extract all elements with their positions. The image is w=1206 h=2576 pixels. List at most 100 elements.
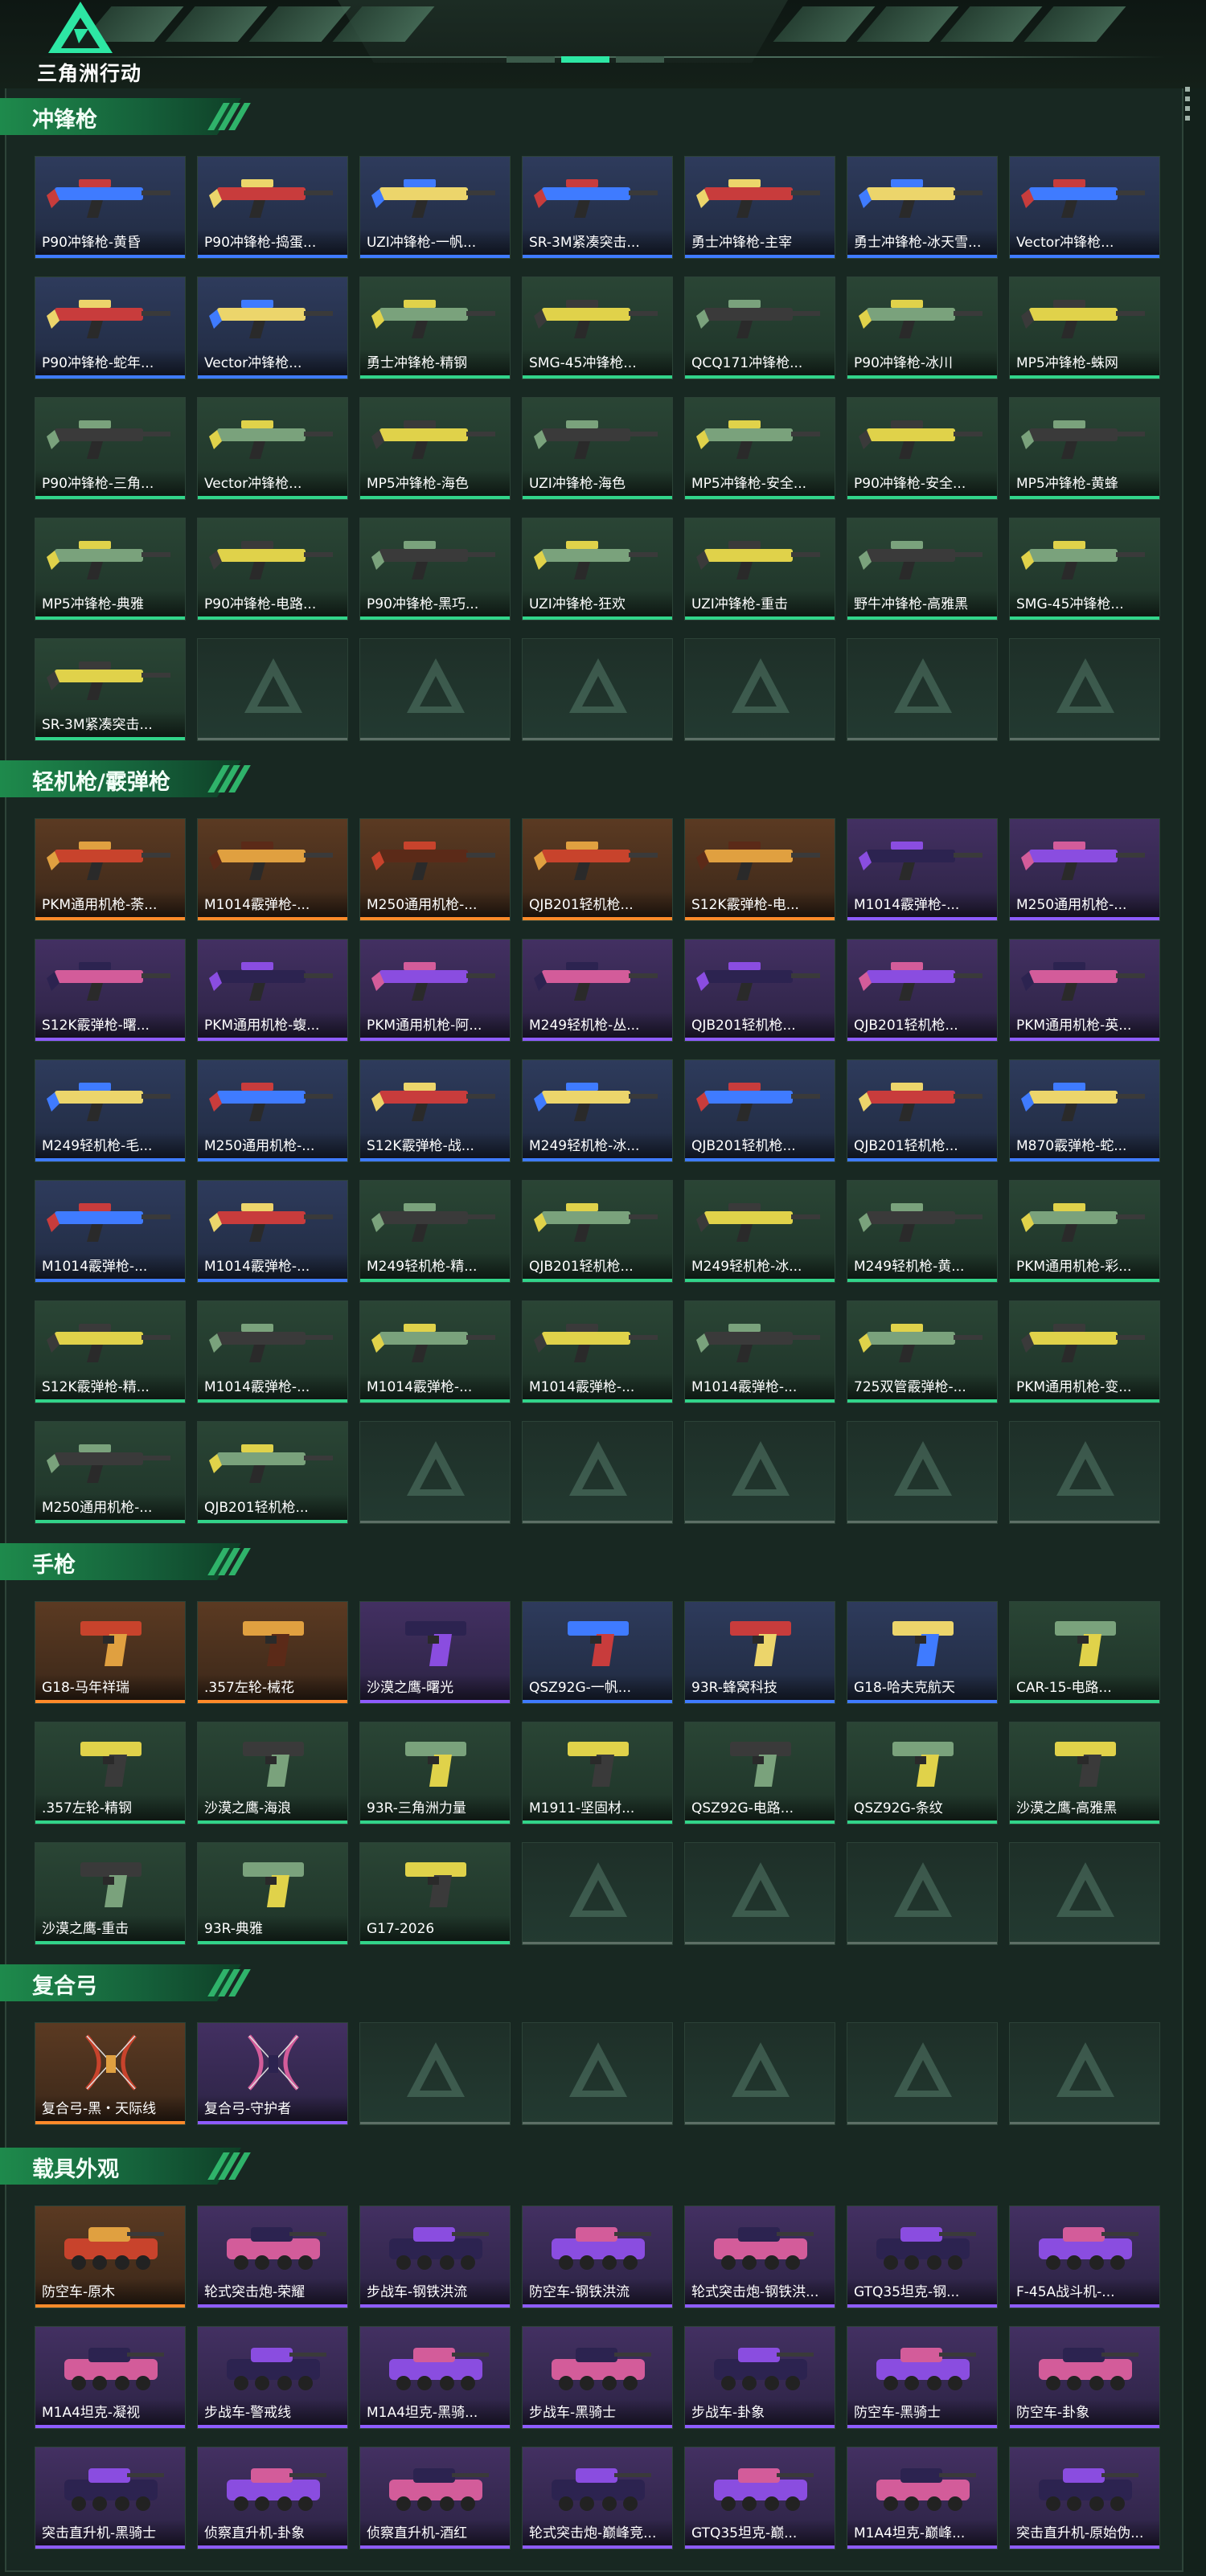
skin-card[interactable]: UZI冲锋枪-重击: [684, 518, 835, 620]
skin-card[interactable]: 93R-三角洲力量: [359, 1722, 511, 1824]
skin-card[interactable]: 轮式突击炮-钢铁洪...: [684, 2205, 835, 2308]
skin-card[interactable]: M1014霰弹枪-...: [359, 1300, 511, 1403]
skin-card[interactable]: P90冲锋枪-安全...: [847, 397, 998, 500]
skin-card[interactable]: P90冲锋枪-黑巧...: [359, 518, 511, 620]
skin-card[interactable]: S12K霰弹枪-曙...: [35, 939, 186, 1042]
skin-card[interactable]: QJB201轻机枪...: [847, 939, 998, 1042]
skin-card[interactable]: M1014霰弹枪-...: [197, 1300, 348, 1403]
skin-card[interactable]: S12K霰弹枪-精...: [35, 1300, 186, 1403]
skin-card[interactable]: M1014霰弹枪-...: [197, 1180, 348, 1283]
skin-card[interactable]: MP5冲锋枪-安全...: [684, 397, 835, 500]
skin-card[interactable]: .357左轮-精钢: [35, 1722, 186, 1824]
skin-card[interactable]: P90冲锋枪-黄昏: [35, 156, 186, 259]
skin-card[interactable]: SMG-45冲锋枪...: [1009, 518, 1160, 620]
skin-card[interactable]: SMG-45冲锋枪...: [522, 276, 673, 379]
skin-card[interactable]: 野牛冲锋枪-高雅黑: [847, 518, 998, 620]
skin-card[interactable]: 复合弓-守护者: [197, 2022, 348, 2125]
skin-card[interactable]: 防空车-卦象: [1009, 2326, 1160, 2429]
skin-card[interactable]: 侦察直升机-酒红: [359, 2447, 511, 2549]
skin-card[interactable]: 勇士冲锋枪-精钢: [359, 276, 511, 379]
skin-card[interactable]: SR-3M紧凑突击...: [522, 156, 673, 259]
skin-card[interactable]: MP5冲锋枪-黄蜂: [1009, 397, 1160, 500]
skin-card[interactable]: GTQ35坦克-钢...: [847, 2205, 998, 2308]
skin-card[interactable]: G18-哈夫克航天: [847, 1601, 998, 1704]
skin-card[interactable]: M1014霰弹枪-...: [684, 1300, 835, 1403]
skin-card[interactable]: Vector冲锋枪...: [197, 397, 348, 500]
skin-card[interactable]: 防空车-原木: [35, 2205, 186, 2308]
skin-card[interactable]: 沙漠之鹰-曙光: [359, 1601, 511, 1704]
skin-card[interactable]: P90冲锋枪-蛇年...: [35, 276, 186, 379]
skin-card[interactable]: M870霰弹枪-蛇...: [1009, 1059, 1160, 1162]
skin-card[interactable]: 轮式突击炮-巅峰竞...: [522, 2447, 673, 2549]
skin-card[interactable]: UZI冲锋枪-一帆...: [359, 156, 511, 259]
skin-card[interactable]: 步战车-警戒线: [197, 2326, 348, 2429]
skin-card[interactable]: 勇士冲锋枪-主宰: [684, 156, 835, 259]
skin-card[interactable]: 93R-典雅: [197, 1842, 348, 1945]
skin-card[interactable]: M250通用机枪-...: [359, 818, 511, 921]
skin-card[interactable]: M1911-坚固材...: [522, 1722, 673, 1824]
skin-card[interactable]: 突击直升机-原始伪...: [1009, 2447, 1160, 2549]
skin-card[interactable]: UZI冲锋枪-海色: [522, 397, 673, 500]
skin-card[interactable]: QSZ92G-电路...: [684, 1722, 835, 1824]
skin-card[interactable]: M1A4坦克-黑骑...: [359, 2326, 511, 2429]
skin-card[interactable]: 步战车-钢铁洪流: [359, 2205, 511, 2308]
skin-card[interactable]: P90冲锋枪-电路...: [197, 518, 348, 620]
skin-card[interactable]: 突击直升机-黑骑士: [35, 2447, 186, 2549]
skin-card[interactable]: PKM通用机枪-英...: [1009, 939, 1160, 1042]
skin-card[interactable]: M249轻机枪-丛...: [522, 939, 673, 1042]
skin-card[interactable]: PKM通用机枪-荼...: [35, 818, 186, 921]
skin-card[interactable]: MP5冲锋枪-典雅: [35, 518, 186, 620]
skin-card[interactable]: 沙漠之鹰-高雅黑: [1009, 1722, 1160, 1824]
skin-card[interactable]: M249轻机枪-毛...: [35, 1059, 186, 1162]
skin-card[interactable]: 725双管霰弹枪-...: [847, 1300, 998, 1403]
skin-card[interactable]: QJB201轻机枪...: [847, 1059, 998, 1162]
skin-card[interactable]: PKM通用机枪-变...: [1009, 1300, 1160, 1403]
skin-card[interactable]: P90冲锋枪-捣蛋...: [197, 156, 348, 259]
skin-card[interactable]: G17-2026: [359, 1842, 511, 1945]
skin-card[interactable]: QSZ92G-条纹: [847, 1722, 998, 1824]
skin-card[interactable]: QJB201轻机枪...: [522, 1180, 673, 1283]
skin-card[interactable]: QCQ171冲锋枪...: [684, 276, 835, 379]
skin-card[interactable]: CAR-15-电路...: [1009, 1601, 1160, 1704]
skin-card[interactable]: M1014霰弹枪-...: [847, 818, 998, 921]
skin-card[interactable]: M1014霰弹枪-...: [197, 818, 348, 921]
skin-card[interactable]: PKM通用机枪-阿...: [359, 939, 511, 1042]
skin-card[interactable]: UZI冲锋枪-狂欢: [522, 518, 673, 620]
menu-dots-icon[interactable]: [1185, 87, 1190, 121]
skin-card[interactable]: MP5冲锋枪-海色: [359, 397, 511, 500]
skin-card[interactable]: Vector冲锋枪...: [197, 276, 348, 379]
skin-card[interactable]: P90冲锋枪-三角...: [35, 397, 186, 500]
skin-card[interactable]: M1014霰弹枪-...: [522, 1300, 673, 1403]
skin-card[interactable]: S12K霰弹枪-战...: [359, 1059, 511, 1162]
skin-card[interactable]: M250通用机枪-...: [35, 1421, 186, 1524]
skin-card[interactable]: 勇士冲锋枪-冰天雪...: [847, 156, 998, 259]
skin-card[interactable]: PKM通用机枪-彩...: [1009, 1180, 1160, 1283]
skin-card[interactable]: 轮式突击炮-荣耀: [197, 2205, 348, 2308]
skin-card[interactable]: QJB201轻机枪...: [197, 1421, 348, 1524]
skin-card[interactable]: M1A4坦克-巅峰...: [847, 2447, 998, 2549]
skin-card[interactable]: PKM通用机枪-蝮...: [197, 939, 348, 1042]
skin-card[interactable]: SR-3M紧凑突击...: [35, 638, 186, 741]
skin-card[interactable]: 复合弓-黑・天际线: [35, 2022, 186, 2125]
skin-card[interactable]: P90冲锋枪-冰川: [847, 276, 998, 379]
skin-card[interactable]: .357左轮-械花: [197, 1601, 348, 1704]
skin-card[interactable]: QJB201轻机枪...: [684, 1059, 835, 1162]
skin-card[interactable]: M249轻机枪-精...: [359, 1180, 511, 1283]
skin-card[interactable]: M250通用机枪-...: [1009, 818, 1160, 921]
skin-card[interactable]: M249轻机枪-冰...: [522, 1059, 673, 1162]
skin-card[interactable]: 步战车-黑骑士: [522, 2326, 673, 2429]
skin-card[interactable]: M249轻机枪-黄...: [847, 1180, 998, 1283]
skin-card[interactable]: QJB201轻机枪...: [684, 939, 835, 1042]
skin-card[interactable]: 93R-蜂窝科技: [684, 1601, 835, 1704]
skin-card[interactable]: QSZ92G-一帆...: [522, 1601, 673, 1704]
skin-card[interactable]: 沙漠之鹰-海浪: [197, 1722, 348, 1824]
skin-card[interactable]: 防空车-黑骑士: [847, 2326, 998, 2429]
skin-card[interactable]: S12K霰弹枪-电...: [684, 818, 835, 921]
skin-card[interactable]: 沙漠之鹰-重击: [35, 1842, 186, 1945]
skin-card[interactable]: M249轻机枪-冰...: [684, 1180, 835, 1283]
skin-card[interactable]: M250通用机枪-...: [197, 1059, 348, 1162]
skin-card[interactable]: Vector冲锋枪...: [1009, 156, 1160, 259]
skin-card[interactable]: G18-马年祥瑞: [35, 1601, 186, 1704]
skin-card[interactable]: M1014霰弹枪-...: [35, 1180, 186, 1283]
skin-card[interactable]: 防空车-钢铁洪流: [522, 2205, 673, 2308]
